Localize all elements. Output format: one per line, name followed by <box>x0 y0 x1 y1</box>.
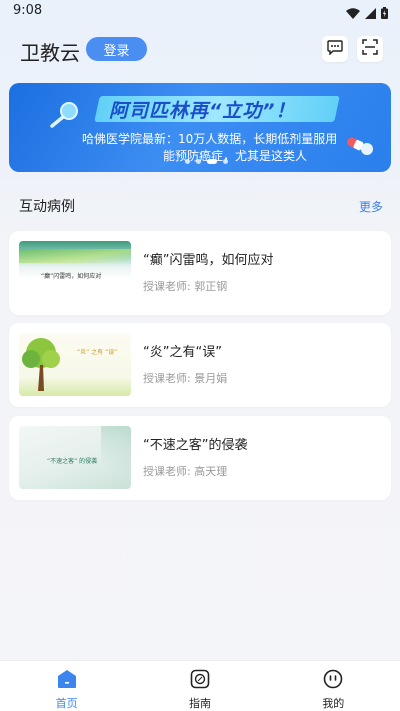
status-time: 9:08 <box>13 3 43 18</box>
case-teacher: 授课老师: 景月娟 <box>143 372 228 385</box>
carousel-dot[interactable] <box>185 159 190 164</box>
banner-title: 阿司匹林再“立功”！ <box>109 100 296 122</box>
signal-icon <box>365 4 376 23</box>
scan-button[interactable] <box>357 36 383 62</box>
thumbnail-caption: “炎” 之有 “误” <box>77 349 118 356</box>
thumbnail-caption: “不速之客” 的侵袭 <box>47 458 98 465</box>
magnifier-icon <box>49 100 83 132</box>
tab-guide[interactable]: 指南 <box>133 661 266 711</box>
section-title: 互动病例 <box>19 199 75 215</box>
more-link[interactable]: 更多 <box>359 198 383 215</box>
tab-label: 指南 <box>188 697 211 710</box>
carousel-dot[interactable] <box>196 159 201 164</box>
case-card[interactable]: “癫”闪雷鸣，如何应对 “癫”闪雷鸣，如何应对 授课老师: 郭正钢 <box>9 231 391 315</box>
compass-icon <box>190 669 210 693</box>
message-icon <box>327 39 343 59</box>
case-title: “癫”闪雷鸣，如何应对 <box>143 253 274 268</box>
case-card[interactable]: “不速之客” 的侵袭 “不速之客”的侵袭 授课老师: 高天理 <box>9 416 391 500</box>
tab-home[interactable]: 首页 <box>0 661 133 711</box>
case-teacher: 授课老师: 高天理 <box>143 465 228 478</box>
carousel-dot-active[interactable] <box>207 159 217 164</box>
scan-icon <box>362 39 378 59</box>
section-header: 互动病例 更多 <box>0 196 400 216</box>
case-thumbnail: “不速之客” 的侵袭 <box>19 426 131 489</box>
case-thumbnail: “癫”闪雷鸣，如何应对 <box>19 241 131 304</box>
login-button[interactable]: 登录 <box>86 37 147 61</box>
battery-icon <box>381 4 388 23</box>
promo-banner[interactable]: 阿司匹林再“立功”！ 哈佛医学院最新：10万人数据，长期低剂量服用 能预防癌症，… <box>9 83 391 172</box>
status-icons <box>346 4 388 23</box>
app-title: 卫教云 <box>20 41 80 65</box>
tab-label: 我的 <box>322 697 345 710</box>
pill-icon <box>345 135 375 161</box>
bottom-tab-bar: 首页 指南 我的 <box>0 660 400 711</box>
tab-profile[interactable]: 我的 <box>267 661 400 711</box>
thumbnail-caption: “癫”闪雷鸣，如何应对 <box>41 273 102 280</box>
message-button[interactable] <box>322 36 348 62</box>
app-header: 卫教云 登录 <box>0 34 400 66</box>
case-title: “不速之客”的侵袭 <box>143 438 248 453</box>
tree-icon <box>21 335 65 396</box>
case-thumbnail: “炎” 之有 “误” <box>19 333 131 396</box>
profile-icon <box>323 669 343 693</box>
banner-subtitle-line1: 哈佛医学院最新：10万人数据，长期低剂量服用 <box>82 132 338 146</box>
case-card[interactable]: “炎” 之有 “误” “炎”之有“误” 授课老师: 景月娟 <box>9 323 391 407</box>
wifi-icon <box>346 4 360 23</box>
carousel-dots[interactable] <box>185 159 228 164</box>
carousel-dot[interactable] <box>223 159 228 164</box>
status-bar: 9:08 <box>0 0 400 24</box>
tab-label: 首页 <box>55 697 78 710</box>
case-teacher: 授课老师: 郭正钢 <box>143 280 228 293</box>
case-title: “炎”之有“误” <box>143 345 222 360</box>
home-icon <box>57 669 77 693</box>
